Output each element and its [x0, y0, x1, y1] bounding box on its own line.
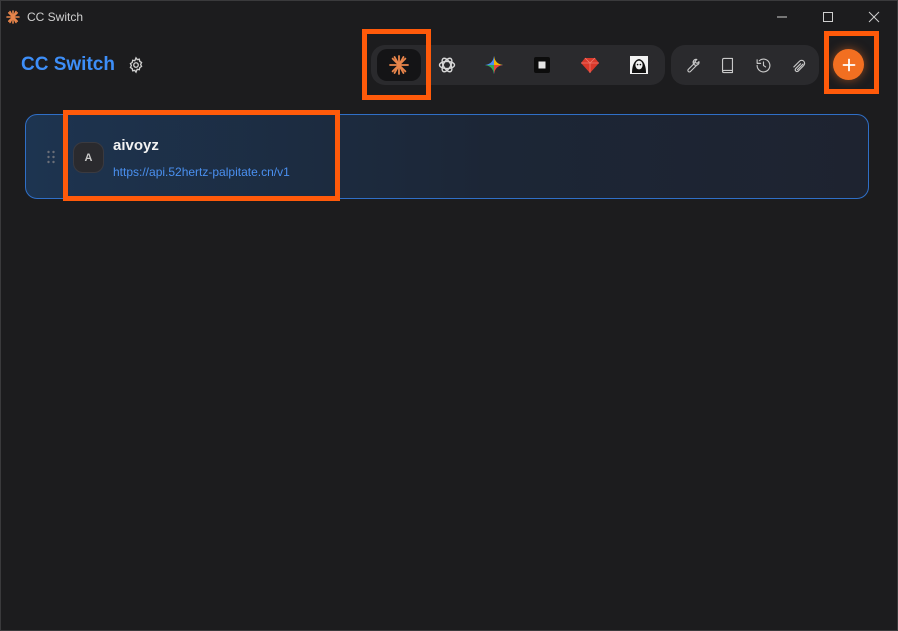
paperclip-button[interactable] [783, 50, 815, 80]
app-openai-button[interactable] [425, 49, 469, 81]
claude-starburst-icon [6, 10, 20, 24]
close-button[interactable] [851, 1, 897, 33]
wrench-icon [686, 58, 700, 73]
title-bar: CC Switch [1, 1, 897, 33]
brand-title: CC Switch [21, 54, 115, 75]
book-icon [721, 57, 733, 73]
drag-handle-icon[interactable] [46, 150, 56, 164]
portrait-icon [630, 56, 648, 74]
app-window: CC Switch CC Switch A aivoyz https://api… [0, 0, 898, 631]
window-title: CC Switch [27, 10, 84, 24]
highlight-box-add [824, 31, 879, 94]
app-ruby-button[interactable] [568, 49, 612, 81]
history-button[interactable] [747, 50, 779, 80]
wrench-button[interactable] [675, 50, 707, 80]
highlight-box-claude [362, 29, 431, 100]
app-portrait-button[interactable] [617, 49, 661, 81]
red-gem-icon [581, 57, 599, 73]
minimize-button[interactable] [759, 1, 805, 33]
close-icon [868, 11, 880, 23]
app-gemini-button[interactable] [472, 49, 516, 81]
tool-bar [671, 45, 819, 85]
gemini-sparkle-icon [485, 56, 503, 74]
openai-knot-icon [438, 57, 456, 73]
paperclip-icon [792, 59, 805, 72]
square-terminal-icon [534, 57, 550, 73]
maximize-icon [823, 12, 833, 22]
history-icon [756, 58, 770, 72]
app-square-button[interactable] [520, 49, 564, 81]
book-button[interactable] [711, 50, 743, 80]
gear-icon[interactable] [127, 56, 145, 74]
minimize-icon [777, 16, 787, 18]
maximize-button[interactable] [805, 1, 851, 33]
highlight-box-provider [63, 110, 340, 201]
